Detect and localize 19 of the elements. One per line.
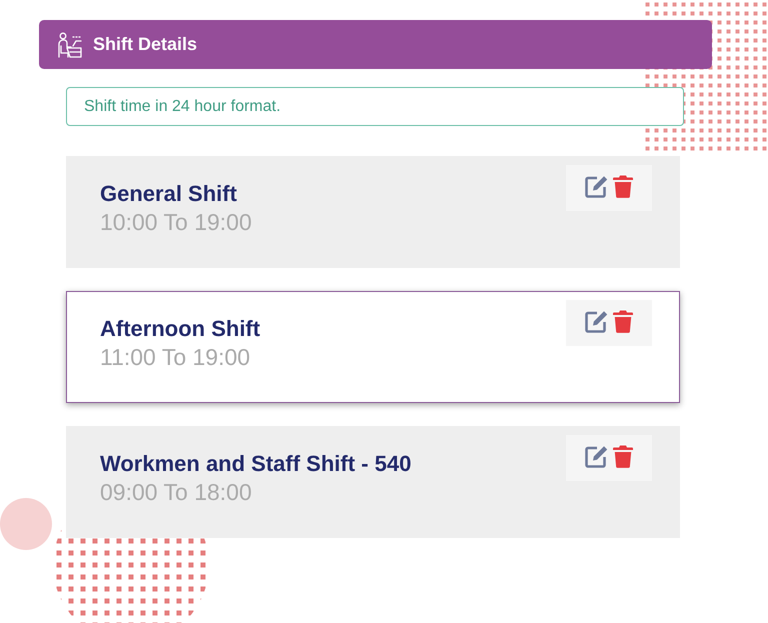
edit-icon[interactable]: [585, 444, 609, 468]
circle-decoration: [0, 498, 52, 550]
info-notice: Shift time in 24 hour format.: [66, 87, 684, 126]
shift-card[interactable]: Afternoon Shift 11:00 To 19:00: [66, 291, 680, 403]
shift-time: 11:00 To 19:00: [100, 343, 252, 371]
trash-icon[interactable]: [613, 444, 633, 468]
shift-name: Afternoon Shift: [100, 315, 260, 342]
section-title: Shift Details: [93, 34, 198, 55]
edit-icon[interactable]: [585, 174, 609, 198]
shift-card[interactable]: Workmen and Staff Shift - 540 09:00 To 18:00: [66, 426, 680, 538]
shift-time: 10:00 To 19:00: [100, 208, 252, 236]
shift-time: 09:00 To 18:00: [100, 478, 253, 506]
trash-icon[interactable]: [613, 310, 633, 332]
person-at-desk-icon: [56, 32, 82, 58]
shift-card[interactable]: General Shift 10:00 To 19:00: [66, 156, 680, 268]
shift-name: General Shift: [100, 180, 238, 207]
edit-icon[interactable]: [585, 310, 609, 332]
trash-icon[interactable]: [613, 174, 633, 198]
shift-name: Workmen and Staff Shift - 540: [100, 450, 412, 477]
